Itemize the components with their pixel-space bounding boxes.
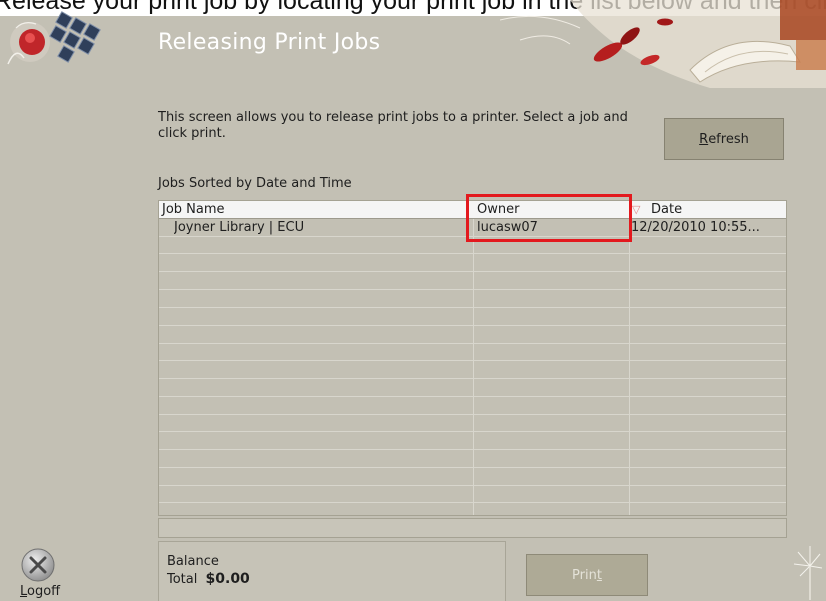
decorative-spark-icon xyxy=(793,546,822,600)
sort-descending-icon: ▽ xyxy=(632,203,641,216)
header-banner-image xyxy=(500,0,826,88)
row-divider xyxy=(159,485,786,486)
row-divider xyxy=(159,502,786,503)
column-header-date[interactable]: Date xyxy=(651,201,682,218)
row-divider xyxy=(159,271,786,272)
balance-total-line: Total $0.00 xyxy=(167,571,250,587)
print-button[interactable]: Prin t xyxy=(526,554,648,596)
row-divider xyxy=(159,449,786,450)
column-divider xyxy=(629,201,630,515)
row-divider xyxy=(159,289,786,290)
column-divider xyxy=(473,201,474,515)
refresh-button-accel: R xyxy=(699,131,709,147)
print-jobs-table[interactable]: Job Name Owner ▽ Date Joyner Library | E… xyxy=(158,200,787,516)
jobs-sorted-label: Jobs Sorted by Date and Time xyxy=(158,176,352,191)
row-divider xyxy=(159,396,786,397)
row-divider xyxy=(159,431,786,432)
horizontal-scrollbar[interactable] xyxy=(158,518,787,538)
logoff-accel: L xyxy=(20,584,28,599)
page-title: Releasing Print Jobs xyxy=(158,30,381,55)
refresh-button[interactable]: Refresh xyxy=(664,118,784,160)
row-divider xyxy=(159,378,786,379)
balance-panel: Balance Total $0.00 xyxy=(158,541,506,601)
balance-amount: $0.00 xyxy=(205,571,250,587)
total-label: Total xyxy=(167,572,198,587)
print-button-accel: t xyxy=(596,567,602,583)
job-name-cell: Joyner Library | ECU xyxy=(174,220,305,235)
logoff-button[interactable]: Logoff xyxy=(20,584,60,599)
row-divider xyxy=(159,325,786,326)
balance-label: Balance xyxy=(167,554,219,569)
logoff-icon[interactable] xyxy=(20,547,56,583)
row-divider xyxy=(159,414,786,415)
date-cell: 12/20/2010 10:55... xyxy=(631,220,760,235)
row-divider xyxy=(159,467,786,468)
logoff-label: ogoff xyxy=(27,584,61,599)
row-divider xyxy=(159,253,786,254)
owner-highlight-box xyxy=(466,194,632,242)
screen-description: This screen allows you to release print … xyxy=(158,110,628,141)
print-button-label: Prin xyxy=(572,567,597,583)
row-divider xyxy=(159,307,786,308)
column-header-job-name[interactable]: Job Name xyxy=(162,201,225,218)
app-logo xyxy=(7,11,101,65)
row-divider xyxy=(159,343,786,344)
refresh-button-label: efresh xyxy=(708,131,749,147)
row-divider xyxy=(159,360,786,361)
